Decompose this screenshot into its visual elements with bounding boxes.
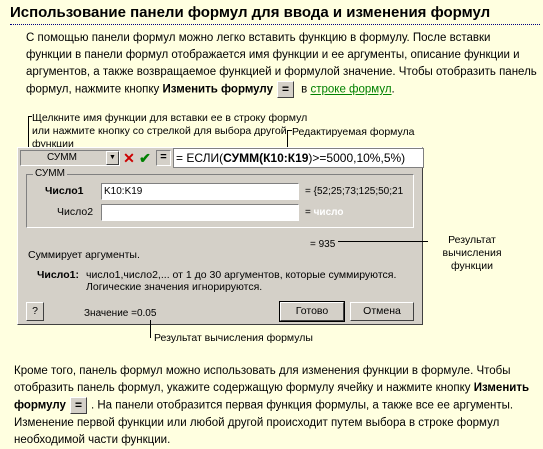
annotation-line	[28, 116, 32, 117]
intro-paragraph: С помощью панели формул можно легко вста…	[26, 30, 538, 99]
arg2-input[interactable]	[101, 204, 299, 221]
arguments-group: СУММ Число1 K10:K19 = {52;25;73;125;50;2…	[26, 168, 414, 228]
annotation-click-name: Щелкните имя функции для вставки ее в ст…	[32, 112, 308, 150]
edit-formula-icon[interactable]: =	[156, 150, 171, 166]
formula-input[interactable]: = ЕСЛИ(СУММ(К10:К19)>=5000,10%,5%)	[173, 148, 424, 168]
annotation-line	[338, 241, 428, 242]
function-description: Суммирует аргументы.	[28, 249, 140, 261]
edit-formula-icon: =	[276, 81, 294, 98]
arg2-eq: =	[305, 207, 311, 218]
arg1-input[interactable]: K10:K19	[101, 183, 299, 200]
intro-bold: Изменить формулу	[162, 83, 273, 96]
annotation-line	[287, 130, 292, 131]
help-icon[interactable]: ?	[26, 302, 44, 321]
formula-bold: СУММ(К10:К19	[223, 151, 309, 165]
intro-in: в	[297, 83, 311, 96]
function-value: = 935	[310, 239, 336, 250]
formula-value-number: 0.05	[136, 308, 157, 319]
annotation-line	[150, 320, 151, 338]
annotation-line	[28, 116, 29, 148]
formula-prefix: = ЕСЛИ(	[176, 151, 224, 165]
arg2-label: Число2	[57, 206, 94, 218]
enter-icon[interactable]: ✔	[138, 150, 152, 166]
arg2-result-text: число	[313, 207, 344, 218]
cancel-button[interactable]: Отмена	[350, 302, 414, 321]
annotation-edited-formula: Редактируемая формула	[292, 126, 415, 138]
arg1-result: = {52;25;73;125;50;21	[305, 186, 404, 197]
arg-desc-text: число1,число2,... от 1 до 30 аргументов,…	[86, 269, 397, 293]
annotation-func-result: Результат вычисления функции	[442, 234, 502, 272]
group-label: СУММ	[33, 168, 67, 179]
outro-text2: . На панели отобразится первая функция ф…	[14, 399, 514, 446]
arg1-label: Число1	[45, 185, 84, 197]
formula-palette: СУММ ▼ ✕ ✔ = = ЕСЛИ(СУММ(К10:К19)>=5000,…	[17, 147, 424, 325]
outro-paragraph: Кроме того, панель формул можно использо…	[14, 363, 536, 449]
formula-value-label: Значение =	[84, 308, 137, 319]
outro-text1: Кроме того, панель формул можно использо…	[14, 365, 511, 394]
annotation-formula-result: Результат вычисления формулы	[154, 332, 313, 344]
intro-end: .	[391, 83, 395, 96]
formula-value: Значение =0.05	[84, 308, 156, 319]
formula-bar-link[interactable]: строке формул	[310, 84, 391, 96]
arg2-result: = число	[305, 207, 343, 218]
formula-suffix: )>=5000,10%,5%)	[308, 151, 406, 165]
page-title: Использование панели формул для ввода и …	[10, 4, 540, 25]
function-name-box[interactable]: СУММ	[20, 150, 120, 166]
chevron-down-icon[interactable]: ▼	[106, 151, 119, 165]
edit-formula-icon: =	[69, 397, 87, 414]
annotation-line	[287, 130, 288, 148]
ok-button[interactable]: Готово	[279, 301, 345, 322]
cancel-icon[interactable]: ✕	[122, 150, 136, 166]
arg-desc-label: Число1:	[37, 269, 79, 281]
